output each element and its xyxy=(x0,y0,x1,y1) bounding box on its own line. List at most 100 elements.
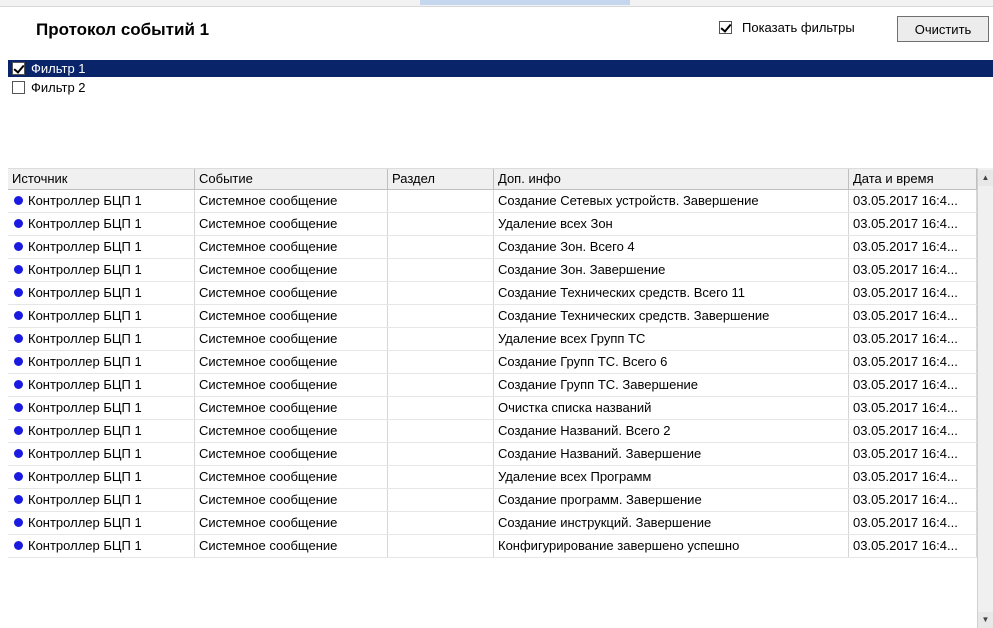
column-header-event[interactable]: Событие xyxy=(195,169,388,189)
blue-dot-icon xyxy=(14,196,23,205)
cell-info: Создание Зон. Всего 4 xyxy=(494,236,849,258)
blue-dot-icon xyxy=(14,472,23,481)
source-label: Контроллер БЦП 1 xyxy=(28,446,142,461)
blue-dot-icon xyxy=(14,288,23,297)
blue-dot-icon xyxy=(14,541,23,550)
blue-dot-icon xyxy=(14,495,23,504)
clear-button[interactable]: Очистить xyxy=(897,16,989,42)
cell-section xyxy=(388,213,494,235)
cell-event: Системное сообщение xyxy=(195,420,388,442)
cell-info: Удаление всех Программ xyxy=(494,466,849,488)
cell-section xyxy=(388,397,494,419)
table-row[interactable]: Контроллер БЦП 1 Системное сообщение Созда… xyxy=(8,259,993,282)
event-log-window: Протокол событий 1 Показать фильтры Очис… xyxy=(0,0,993,628)
filter-1-label: Фильтр 1 xyxy=(31,61,86,76)
cell-datetime: 03.05.2017 16:4... xyxy=(849,190,977,212)
filter-2-checkbox[interactable] xyxy=(12,81,25,94)
source-label: Контроллер БЦП 1 xyxy=(28,377,142,392)
cell-info: Удаление всех Групп ТС xyxy=(494,328,849,350)
cell-section xyxy=(388,374,494,396)
source-label: Контроллер БЦП 1 xyxy=(28,239,142,254)
cell-event: Системное сообщение xyxy=(195,190,388,212)
blue-dot-icon xyxy=(14,219,23,228)
column-header-info[interactable]: Доп. инфо xyxy=(494,169,849,189)
cell-section xyxy=(388,328,494,350)
cell-source: Контроллер БЦП 1 xyxy=(8,535,195,557)
arrow-up-icon[interactable]: ▲ xyxy=(978,170,993,186)
cell-source: Контроллер БЦП 1 xyxy=(8,466,195,488)
table-row[interactable]: Контроллер БЦП 1 Системное сообщение Созда… xyxy=(8,282,993,305)
cell-datetime: 03.05.2017 16:4... xyxy=(849,489,977,511)
cell-source: Контроллер БЦП 1 xyxy=(8,397,195,419)
cell-event: Системное сообщение xyxy=(195,259,388,281)
cell-source: Контроллер БЦП 1 xyxy=(8,443,195,465)
filter-item-2[interactable]: Фильтр 2 xyxy=(8,79,993,96)
cell-datetime: 03.05.2017 16:4... xyxy=(849,397,977,419)
column-header-datetime[interactable]: Дата и время xyxy=(849,169,977,189)
source-label: Контроллер БЦП 1 xyxy=(28,492,142,507)
source-label: Контроллер БЦП 1 xyxy=(28,308,142,323)
cell-source: Контроллер БЦП 1 xyxy=(8,374,195,396)
cell-datetime: 03.05.2017 16:4... xyxy=(849,282,977,304)
blue-dot-icon xyxy=(14,242,23,251)
table-header: Источник Событие Раздел Доп. инфо Дата и… xyxy=(8,168,993,190)
cell-source: Контроллер БЦП 1 xyxy=(8,236,195,258)
source-label: Контроллер БЦП 1 xyxy=(28,354,142,369)
cell-info: Создание Технических средств. Завершение xyxy=(494,305,849,327)
show-filters-toggle[interactable]: Показать фильтры xyxy=(719,20,855,35)
cell-source: Контроллер БЦП 1 xyxy=(8,213,195,235)
cell-datetime: 03.05.2017 16:4... xyxy=(849,466,977,488)
table-row[interactable]: Контроллер БЦП 1 Системное сообщение Созда… xyxy=(8,443,993,466)
table-row[interactable]: Контроллер БЦП 1 Системное сообщение Созда… xyxy=(8,489,993,512)
cell-info: Очистка списка названий xyxy=(494,397,849,419)
cell-section xyxy=(388,282,494,304)
source-label: Контроллер БЦП 1 xyxy=(28,193,142,208)
cell-section xyxy=(388,236,494,258)
table-row[interactable]: Контроллер БЦП 1 Системное сообщение Удале… xyxy=(8,328,993,351)
blue-dot-icon xyxy=(14,449,23,458)
cell-info: Создание Технических средств. Всего 11 xyxy=(494,282,849,304)
table-row[interactable]: Контроллер БЦП 1 Системное сообщение Созда… xyxy=(8,374,993,397)
cell-event: Системное сообщение xyxy=(195,443,388,465)
filter-1-checkbox[interactable] xyxy=(12,62,25,75)
source-label: Контроллер БЦП 1 xyxy=(28,216,142,231)
cell-section xyxy=(388,190,494,212)
cell-info: Создание программ. Завершение xyxy=(494,489,849,511)
cell-source: Контроллер БЦП 1 xyxy=(8,190,195,212)
table-row[interactable]: Контроллер БЦП 1 Системное сообщение Созда… xyxy=(8,512,993,535)
cell-info: Удаление всех Зон xyxy=(494,213,849,235)
source-label: Контроллер БЦП 1 xyxy=(28,469,142,484)
show-filters-checkbox[interactable] xyxy=(719,21,732,34)
table-row[interactable]: Контроллер БЦП 1 Системное сообщение Удале… xyxy=(8,213,993,236)
cell-info: Создание Групп ТС. Всего 6 xyxy=(494,351,849,373)
arrow-down-icon[interactable]: ▼ xyxy=(978,612,993,628)
cell-section xyxy=(388,259,494,281)
cell-event: Системное сообщение xyxy=(195,213,388,235)
blue-dot-icon xyxy=(14,311,23,320)
cell-datetime: 03.05.2017 16:4... xyxy=(849,213,977,235)
table-row[interactable]: Контроллер БЦП 1 Системное сообщение Удале… xyxy=(8,466,993,489)
cell-datetime: 03.05.2017 16:4... xyxy=(849,420,977,442)
table-row[interactable]: Контроллер БЦП 1 Системное сообщение Созда… xyxy=(8,236,993,259)
cell-datetime: 03.05.2017 16:4... xyxy=(849,236,977,258)
vertical-scrollbar[interactable]: ▲ ▼ xyxy=(977,168,993,628)
source-label: Контроллер БЦП 1 xyxy=(28,400,142,415)
blue-dot-icon xyxy=(14,334,23,343)
cell-datetime: 03.05.2017 16:4... xyxy=(849,328,977,350)
cell-section xyxy=(388,466,494,488)
table-row[interactable]: Контроллер БЦП 1 Системное сообщение Созда… xyxy=(8,351,993,374)
cell-datetime: 03.05.2017 16:4... xyxy=(849,512,977,534)
column-header-section[interactable]: Раздел xyxy=(388,169,494,189)
table-row[interactable]: Контроллер БЦП 1 Системное сообщение Конфи… xyxy=(8,535,993,558)
blue-dot-icon xyxy=(14,265,23,274)
cell-datetime: 03.05.2017 16:4... xyxy=(849,374,977,396)
table-row[interactable]: Контроллер БЦП 1 Системное сообщение Созда… xyxy=(8,305,993,328)
column-header-source[interactable]: Источник xyxy=(8,169,195,189)
cell-event: Системное сообщение xyxy=(195,535,388,557)
show-filters-label: Показать фильтры xyxy=(742,20,855,35)
table-row[interactable]: Контроллер БЦП 1 Системное сообщение Созда… xyxy=(8,420,993,443)
table-row[interactable]: Контроллер БЦП 1 Системное сообщение Созда… xyxy=(8,190,993,213)
table-row[interactable]: Контроллер БЦП 1 Системное сообщение Очист… xyxy=(8,397,993,420)
cell-datetime: 03.05.2017 16:4... xyxy=(849,443,977,465)
filter-item-1[interactable]: Фильтр 1 xyxy=(8,60,993,77)
